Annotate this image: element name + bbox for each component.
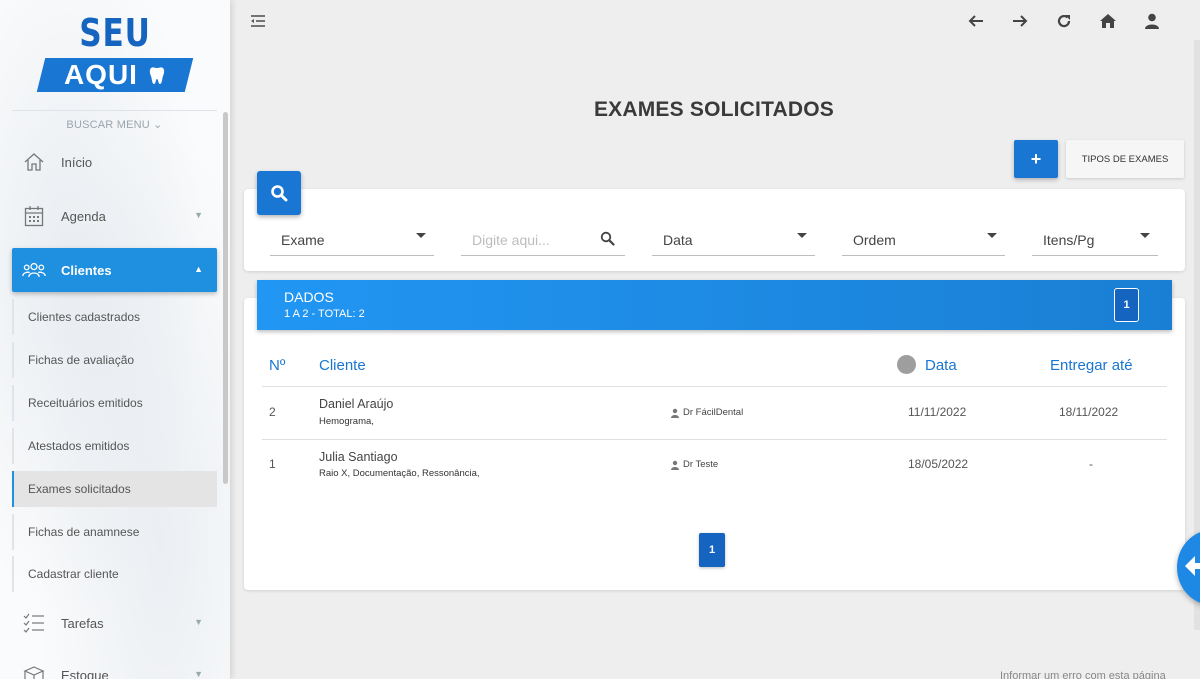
report-error-link[interactable]: Informar um erro com esta página	[1000, 670, 1166, 679]
refresh-icon[interactable]	[1042, 10, 1086, 32]
doctor-label: Dr FácilDental	[670, 407, 743, 418]
items-per-page-value: Itens/Pg	[1043, 231, 1095, 248]
deliver-date: 18/11/2022	[1059, 405, 1119, 419]
caret-down-icon: ▼	[194, 210, 203, 220]
back-arrow-icon[interactable]	[954, 10, 998, 32]
exam-filter-value: Exame	[281, 231, 325, 248]
items-per-page-select[interactable]: Itens/Pg	[1032, 224, 1158, 256]
sidebar-item-estoque[interactable]: Estoque ▼	[12, 653, 217, 679]
exam-date: 11/11/2022	[908, 405, 967, 419]
dropdown-arrow-icon	[416, 233, 426, 238]
sidebar-item-label: Estoque	[61, 667, 109, 679]
add-exam-button[interactable]: +	[1014, 140, 1058, 178]
status-circle-icon	[897, 355, 916, 374]
submenu-fichas-anamnese[interactable]: Fichas de anamnese	[12, 514, 217, 550]
sidebar-scrollbar[interactable]	[223, 112, 228, 484]
sidebar-divider	[12, 110, 217, 111]
exam-list: Raio X, Documentação, Ressonância,	[319, 468, 480, 479]
user-icon[interactable]	[1130, 10, 1174, 32]
magnifier-icon	[600, 231, 615, 249]
order-filter-value: Ordem	[853, 231, 896, 248]
chevron-down-icon: ⌄	[153, 119, 163, 131]
submenu-clientes-cadastrados[interactable]: Clientes cadastrados	[12, 299, 217, 335]
exam-list: Hemograma,	[319, 416, 374, 427]
data-header: DADOS 1 A 2 - TOTAL: 2 1	[257, 280, 1172, 330]
dropdown-arrow-icon	[987, 233, 997, 238]
client-name-link[interactable]: Julia Santiago	[319, 450, 398, 464]
column-header-client[interactable]: Cliente	[319, 357, 366, 374]
logo-text-bottom: AQUI	[35, 58, 195, 94]
doctor-icon	[671, 408, 679, 418]
menu-collapse-icon[interactable]	[249, 12, 267, 30]
home-icon[interactable]	[1086, 10, 1130, 32]
caret-down-icon: ▼	[194, 669, 203, 679]
forward-arrow-icon[interactable]	[998, 10, 1042, 32]
top-toolbar	[954, 10, 1174, 32]
column-header-number[interactable]: Nº	[269, 357, 285, 374]
dropdown-arrow-icon	[797, 233, 807, 238]
exam-filter-select[interactable]: Exame	[270, 224, 434, 256]
search-placeholder: Digite aqui...	[472, 231, 550, 248]
data-count: 1 A 2 - TOTAL: 2	[284, 308, 365, 320]
caret-up-icon: ▲	[194, 264, 203, 274]
submenu-receituarios[interactable]: Receituários emitidos	[12, 385, 217, 421]
home-icon	[22, 150, 46, 174]
search-icon[interactable]	[257, 171, 301, 215]
submenu-exames-solicitados[interactable]: Exames solicitados	[12, 471, 217, 507]
caret-down-icon: ▼	[194, 617, 203, 627]
data-title: DADOS	[284, 289, 334, 305]
users-icon	[22, 258, 46, 282]
date-filter-select[interactable]: Data	[652, 224, 815, 256]
sidebar-item-label: Agenda	[61, 208, 106, 224]
submenu-atestados[interactable]: Atestados emitidos	[12, 428, 217, 464]
task-list-icon	[22, 611, 46, 635]
sidebar: SEU LOGO AQUI BUSCAR MENU ⌄ Início Agend…	[0, 0, 230, 679]
doctor-label: Dr Teste	[670, 459, 718, 470]
sidebar-item-clientes[interactable]: Clientes ▲	[12, 248, 217, 292]
logo[interactable]: SEU LOGO AQUI	[35, 12, 195, 96]
date-filter-value: Data	[663, 231, 693, 248]
column-header-date[interactable]: Data	[925, 357, 957, 374]
deliver-date: -	[1089, 457, 1093, 471]
sidebar-item-inicio[interactable]: Início	[12, 140, 217, 184]
pagination-page-button[interactable]: 1	[699, 533, 725, 567]
sidebar-item-label: Tarefas	[61, 615, 104, 631]
search-menu-toggle[interactable]: BUSCAR MENU ⌄	[12, 118, 217, 131]
exam-types-button[interactable]: TIPOS DE EXAMES	[1066, 140, 1184, 178]
sidebar-item-label: Clientes	[61, 262, 112, 278]
header-divider	[262, 386, 1167, 387]
exam-date: 18/05/2022	[908, 457, 969, 471]
box-icon	[22, 663, 46, 679]
submenu-fichas-avaliacao[interactable]: Fichas de avaliação	[12, 342, 217, 378]
calendar-icon	[22, 204, 46, 228]
submenu-cadastrar-cliente[interactable]: Cadastrar cliente	[12, 556, 217, 592]
sidebar-item-label: Início	[61, 154, 93, 170]
search-input[interactable]: Digite aqui...	[461, 224, 625, 256]
doctor-icon	[671, 460, 679, 470]
row-divider	[262, 439, 1167, 440]
header-page-button[interactable]: 1	[1114, 288, 1139, 322]
sidebar-item-agenda[interactable]: Agenda ▼	[12, 194, 217, 238]
row-number: 2	[269, 405, 276, 419]
client-name-link[interactable]: Daniel Araújo	[319, 397, 393, 411]
arrow-left-icon	[1183, 554, 1200, 583]
tooth-icon	[141, 64, 166, 89]
dropdown-arrow-icon	[1140, 233, 1150, 238]
sidebar-item-tarefas[interactable]: Tarefas ▼	[12, 601, 217, 645]
column-header-deliver[interactable]: Entregar até	[1050, 357, 1133, 374]
row-number: 1	[269, 457, 276, 471]
order-filter-select[interactable]: Ordem	[842, 224, 1005, 256]
page-title: EXAMES SOLICITADOS	[593, 98, 835, 121]
